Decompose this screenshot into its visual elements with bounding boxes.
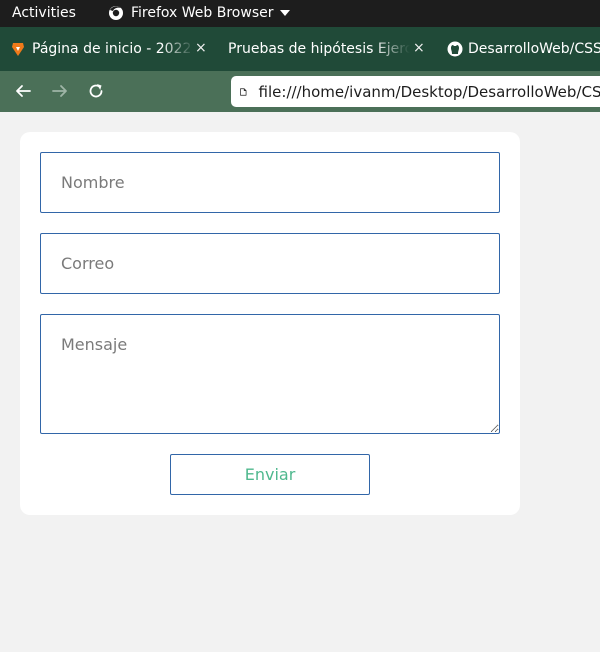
chevron-down-icon	[279, 10, 290, 16]
back-arrow-icon[interactable]	[13, 81, 33, 101]
forward-arrow-icon[interactable]	[50, 81, 70, 101]
navigation-toolbar: file:///home/ivanm/Desktop/DesarrolloWeb…	[0, 71, 600, 112]
brave-icon	[12, 43, 24, 56]
submit-button[interactable]: Enviar	[170, 454, 370, 495]
github-icon	[447, 41, 463, 57]
app-menu[interactable]: Firefox Web Browser	[108, 5, 290, 21]
tab-desarrolloweb-css[interactable]: DesarrolloWeb/CSS	[447, 27, 600, 71]
address-bar[interactable]: file:///home/ivanm/Desktop/DesarrolloWeb…	[231, 76, 600, 107]
tab-pruebas-de-hipotesis[interactable]: Pruebas de hipótesis Ejercicios ×	[228, 27, 428, 71]
tab-strip: Página de inicio - 202210 × Pruebas de h…	[0, 27, 600, 71]
firefox-icon	[109, 6, 123, 20]
tab-label: Página de inicio - 202210	[32, 41, 194, 57]
message-field[interactable]	[40, 314, 500, 434]
activities-button[interactable]: Activities	[12, 5, 76, 21]
tab-pagina-de-inicio[interactable]: Página de inicio - 202210 ×	[10, 27, 210, 71]
tab-label: DesarrolloWeb/CSS	[468, 41, 600, 57]
app-menu-label: Firefox Web Browser	[131, 5, 274, 21]
system-top-bar: Activities Firefox Web Browser	[0, 0, 600, 27]
url-text: file:///home/ivanm/Desktop/DesarrolloWeb…	[258, 82, 600, 101]
page-icon	[240, 87, 247, 96]
close-icon[interactable]: ×	[413, 40, 425, 56]
close-icon[interactable]: ×	[195, 40, 207, 56]
contact-form-card: Enviar	[20, 132, 520, 515]
email-field[interactable]	[40, 233, 500, 294]
reload-icon[interactable]	[86, 81, 106, 101]
tab-label: Pruebas de hipótesis Ejercicios	[228, 41, 410, 57]
name-field[interactable]	[40, 152, 500, 213]
